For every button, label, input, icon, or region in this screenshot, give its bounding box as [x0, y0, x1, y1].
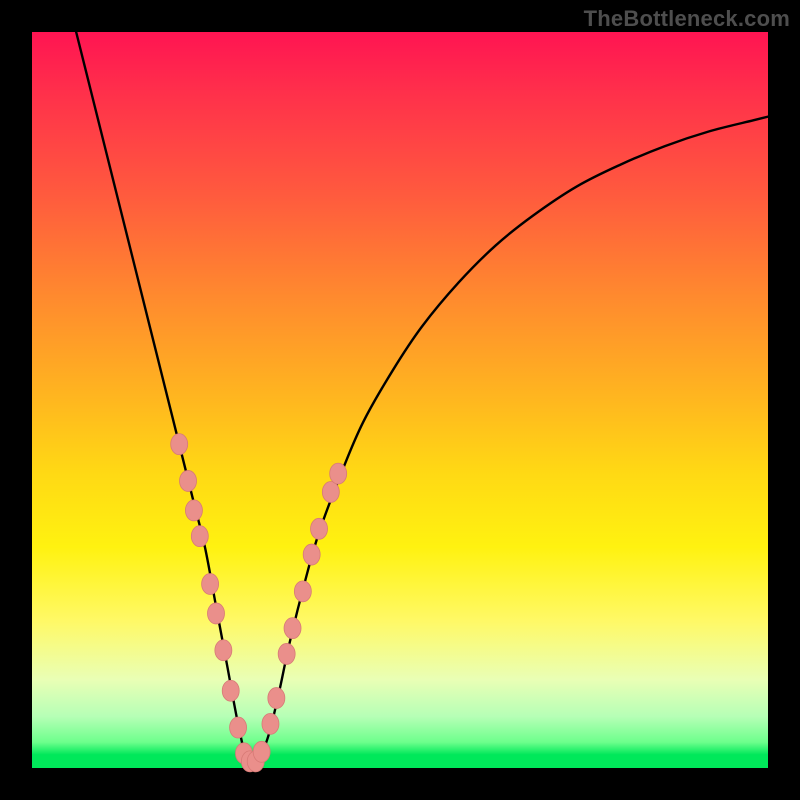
curve-marker — [284, 618, 301, 639]
curve-marker — [322, 482, 339, 503]
chart-frame: TheBottleneck.com — [0, 0, 800, 800]
curve-marker — [180, 470, 197, 491]
curve-marker — [303, 544, 320, 565]
curve-marker — [330, 463, 347, 484]
chart-svg — [32, 32, 768, 768]
curve-marker — [215, 640, 232, 661]
curve-marker — [230, 717, 247, 738]
plot-area — [32, 32, 768, 768]
bottleneck-curve — [76, 32, 768, 766]
highlighted-points — [171, 434, 347, 772]
curve-marker — [191, 526, 208, 547]
curve-marker — [311, 518, 328, 539]
curve-marker — [253, 741, 270, 762]
curve-marker — [222, 680, 239, 701]
curve-marker — [262, 713, 279, 734]
curve-marker — [185, 500, 202, 521]
curve-marker — [268, 688, 285, 709]
curve-marker — [278, 643, 295, 664]
curve-marker — [171, 434, 188, 455]
watermark-text: TheBottleneck.com — [584, 6, 790, 32]
curve-marker — [294, 581, 311, 602]
curve-marker — [208, 603, 225, 624]
curve-marker — [202, 574, 219, 595]
